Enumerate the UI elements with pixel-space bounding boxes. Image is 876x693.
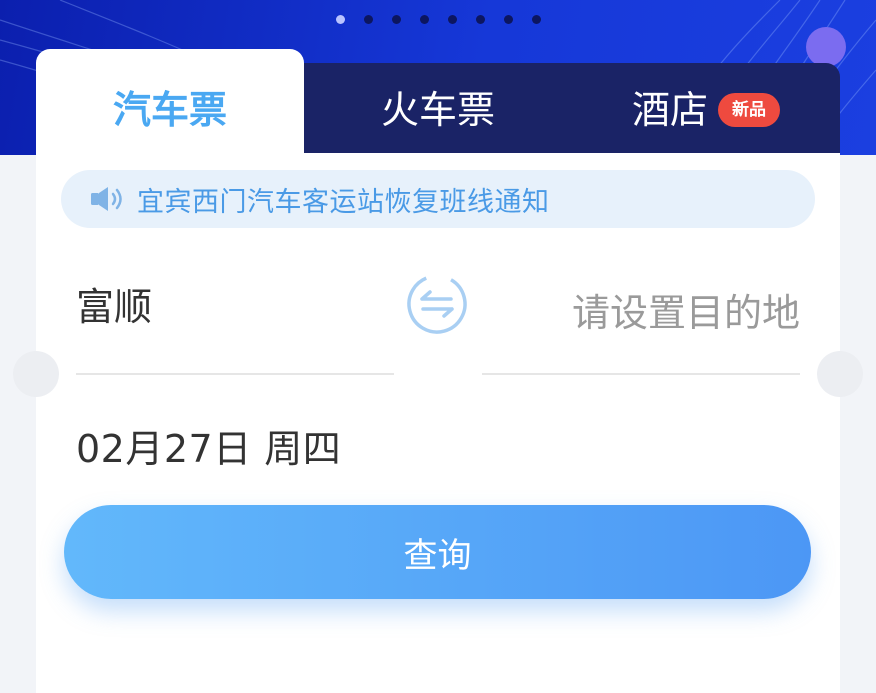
carousel-dot[interactable]	[420, 15, 429, 24]
banner-orb	[806, 27, 846, 67]
speaker-icon	[91, 187, 122, 211]
origin-city[interactable]: 富顺	[76, 276, 152, 331]
search-button[interactable]: 查询	[64, 505, 811, 599]
departure-date[interactable]: 02月27日 周四	[76, 418, 341, 473]
carousel-dot[interactable]	[392, 15, 401, 24]
tab-train-ticket[interactable]: 火车票	[304, 82, 572, 138]
tab-bus-ticket[interactable]: 汽车票	[36, 82, 304, 138]
carousel-dot[interactable]	[336, 15, 345, 24]
carousel-dot[interactable]	[448, 15, 457, 24]
tab-hotel[interactable]: 酒店 新品	[572, 82, 840, 138]
destination-underline	[482, 373, 800, 375]
carousel-dot[interactable]	[504, 15, 513, 24]
carousel-dot[interactable]	[476, 15, 485, 24]
carousel-dots	[336, 15, 541, 24]
swap-icon[interactable]	[405, 272, 469, 336]
new-badge: 新品	[718, 93, 780, 127]
destination-field[interactable]: 请设置目的地	[572, 282, 800, 337]
origin-underline	[76, 373, 394, 375]
notice-text: 宜宾西门汽车客运站恢复班线通知	[137, 186, 550, 218]
notice-bar[interactable]: 宜宾西门汽车客运站恢复班线通知	[61, 170, 815, 228]
card-notch-left	[13, 351, 59, 397]
card-notch-right	[817, 351, 863, 397]
tab-hotel-label: 酒店	[631, 88, 708, 132]
carousel-dot[interactable]	[364, 15, 373, 24]
carousel-dot[interactable]	[532, 15, 541, 24]
